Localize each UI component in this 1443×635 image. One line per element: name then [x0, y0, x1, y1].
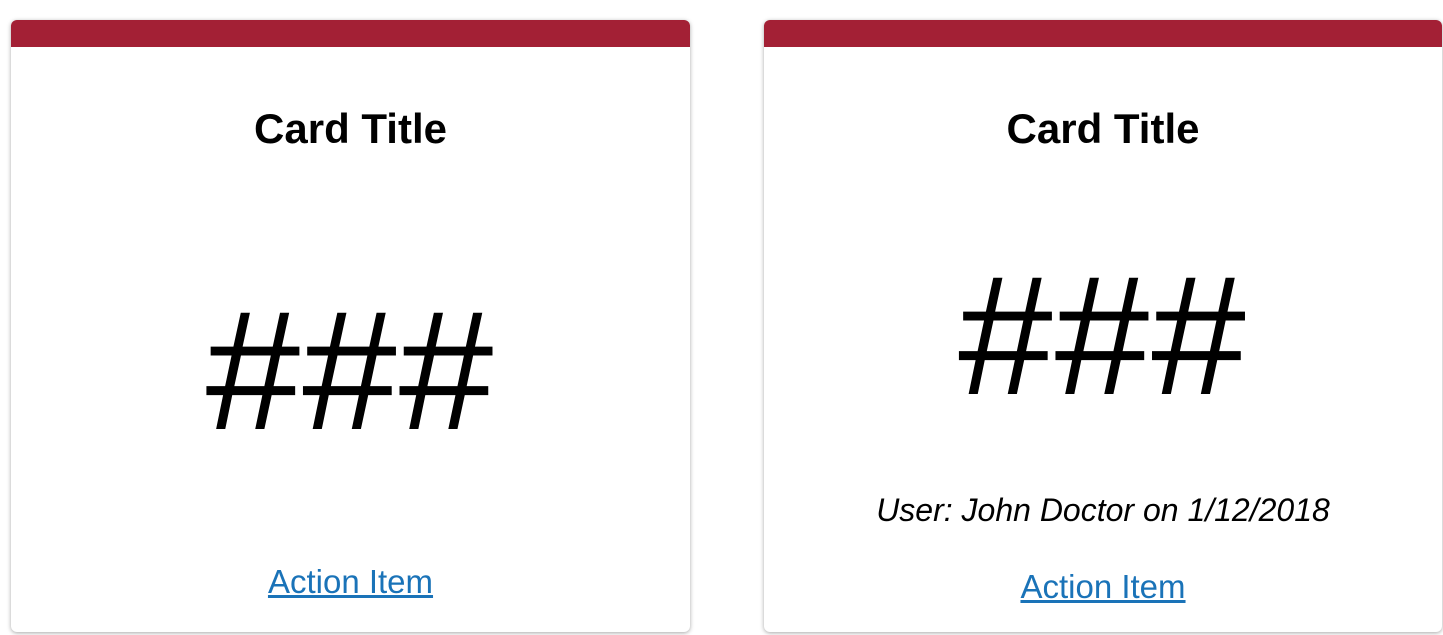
card-2: Card Title ### User: John Doctor on 1/12… — [764, 20, 1442, 632]
card-1-accent-bar — [11, 20, 690, 47]
card-2-value: ### — [958, 241, 1248, 431]
card-1: Card Title ### Action Item — [11, 20, 690, 632]
card-2-accent-bar — [764, 20, 1442, 47]
card-2-action-link[interactable]: Action Item — [764, 567, 1442, 607]
card-1-action-link[interactable]: Action Item — [11, 562, 690, 602]
card-2-user-meta: User: John Doctor on 1/12/2018 — [876, 492, 1330, 528]
card-2-title: Card Title — [1006, 105, 1200, 152]
card-1-title: Card Title — [254, 105, 447, 152]
card-1-value: ### — [205, 276, 496, 466]
